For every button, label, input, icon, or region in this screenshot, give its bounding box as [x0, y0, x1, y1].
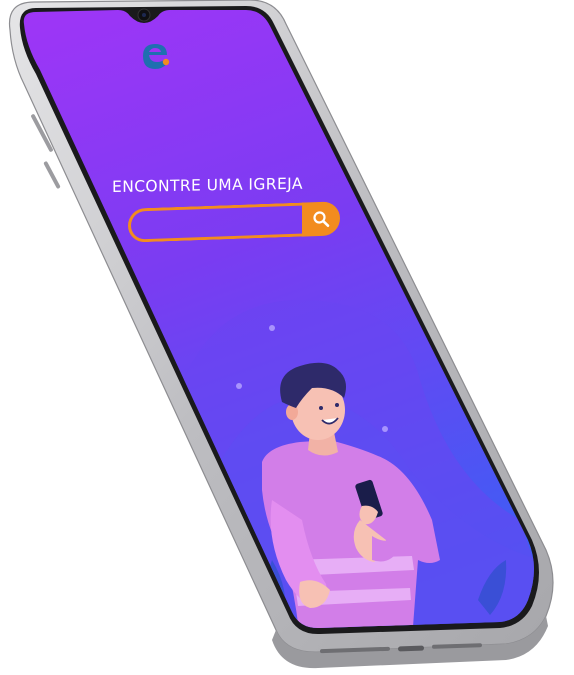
phone-mockup [8, 0, 554, 669]
search-bar [128, 201, 340, 248]
search-input[interactable] [128, 202, 304, 243]
search-icon [313, 211, 330, 228]
power-button [43, 161, 61, 189]
screen [23, 10, 534, 629]
search-button[interactable] [302, 201, 340, 237]
